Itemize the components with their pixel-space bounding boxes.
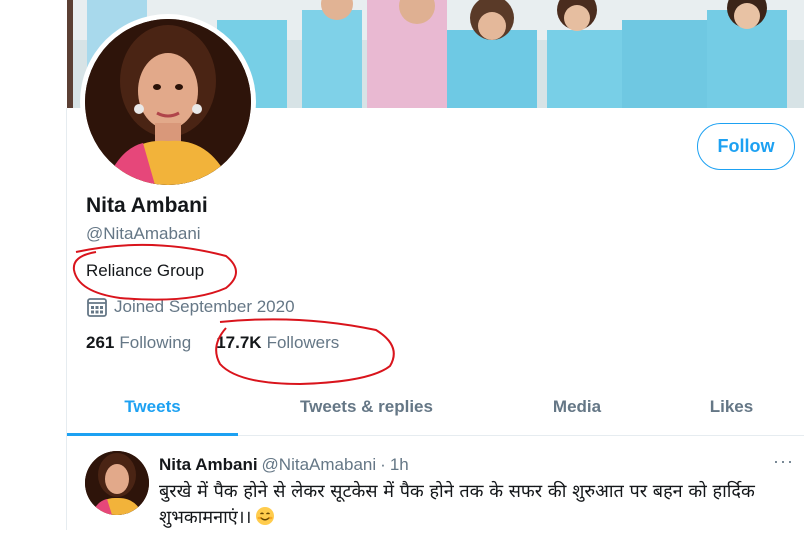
follow-button[interactable]: Follow [697,123,795,170]
tweet-body: बुरखे में पैक होने से लेकर सूटकेस में पै… [159,481,755,528]
active-tab-indicator [67,433,238,436]
following-count: 261 [86,333,115,352]
tweet-author-handle[interactable]: @NitaAmabani [262,455,377,474]
more-horizontal-icon[interactable]: ··· [773,451,794,472]
tweet-timestamp[interactable]: 1h [390,455,409,474]
tweet-author-name[interactable]: Nita Ambani [159,455,258,474]
calendar-icon [86,296,108,318]
tab-likes[interactable]: Likes [659,378,804,435]
profile-joined: Joined September 2020 [86,296,295,318]
tweet-text: बुरखे में पैक होने से लेकर सूटकेस में पै… [159,479,779,531]
tweet-author-avatar[interactable] [85,451,149,515]
profile-tabs: Tweets Tweets & replies Media Likes [67,378,804,436]
followers-label: Followers [266,333,340,352]
tweet-header: Nita Ambani @NitaAmabani · 1h [159,455,409,475]
followers-link[interactable]: 17.7K Followers [216,333,339,353]
tweet-separator: · [380,455,386,474]
following-label: Following [119,333,192,352]
followers-count: 17.7K [216,333,262,352]
profile-name: Nita Ambani [86,194,208,217]
joined-date-text: Joined September 2020 [114,297,295,316]
profile-handle: @NitaAmabani [86,224,201,243]
tab-media[interactable]: Media [495,378,659,435]
profile-bio: Reliance Group [86,261,205,280]
following-link[interactable]: 261 Following [86,333,191,353]
tweet-item[interactable]: Nita Ambani @NitaAmabani · 1h ··· बुरखे में… [67,437,804,530]
smiling-face-emoji [255,506,275,526]
tab-tweets[interactable]: Tweets [67,378,238,435]
profile-stats: 261 Following 17.7K Followers [86,333,339,353]
profile-avatar[interactable] [80,14,256,190]
left-gutter [0,0,66,530]
tab-tweets-and-replies[interactable]: Tweets & replies [238,378,495,435]
